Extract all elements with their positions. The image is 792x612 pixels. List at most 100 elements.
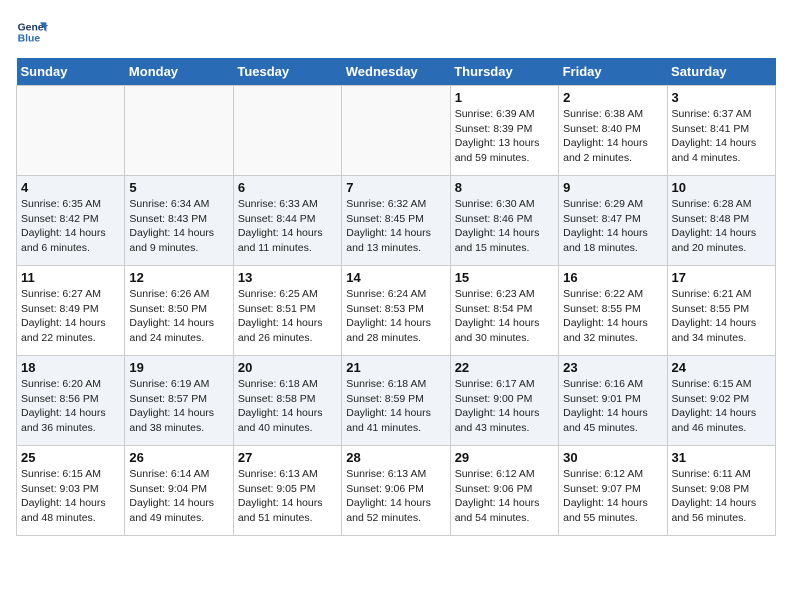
date-number: 28 <box>346 450 445 465</box>
calendar-cell: 29Sunrise: 6:12 AM Sunset: 9:06 PM Dayli… <box>450 446 558 536</box>
cell-info: Sunrise: 6:15 AM Sunset: 9:02 PM Dayligh… <box>672 377 771 436</box>
cell-info: Sunrise: 6:12 AM Sunset: 9:06 PM Dayligh… <box>455 467 554 526</box>
date-number: 31 <box>672 450 771 465</box>
date-number: 12 <box>129 270 228 285</box>
date-number: 9 <box>563 180 662 195</box>
cell-info: Sunrise: 6:33 AM Sunset: 8:44 PM Dayligh… <box>238 197 337 256</box>
calendar-cell: 25 Sunrise: 6:15 AM Sunset: 9:03 PM Dayli… <box>17 446 125 536</box>
cell-info: Sunrise: 6:32 AM Sunset: 8:45 PM Dayligh… <box>346 197 445 256</box>
calendar-cell: 11 Sunrise: 6:27 AM Sunset: 8:49 PM Dayli… <box>17 266 125 356</box>
date-number: 5 <box>129 180 228 195</box>
date-number: 26 <box>129 450 228 465</box>
logo-icon: General Blue <box>16 16 48 48</box>
calendar-cell: 14 Sunrise: 6:24 AM Sunset: 8:53 PM Dayli… <box>342 266 450 356</box>
calendar-cell: 9 Sunrise: 6:29 AM Sunset: 8:47 PM Daylig… <box>559 176 667 266</box>
date-number: 21 <box>346 360 445 375</box>
date-number: 2 <box>563 90 662 105</box>
cell-info: Sunrise: 6:12 AM Sunset: 9:07 PM Dayligh… <box>563 467 662 526</box>
calendar-cell: 27 Sunrise: 6:13 AM Sunset: 9:05 PM Dayli… <box>233 446 341 536</box>
cell-info: Sunrise: 6:35 AM Sunset: 8:42 PM Dayligh… <box>21 197 120 256</box>
svg-text:Blue: Blue <box>18 34 41 45</box>
weekday-header-cell: Sunday <box>17 58 125 86</box>
calendar-cell: 8 Sunrise: 6:30 AM Sunset: 8:46 PM Daylig… <box>450 176 558 266</box>
calendar-cell: 15 Sunrise: 6:23 AM Sunset: 8:54 PM Dayli… <box>450 266 558 356</box>
weekday-header-cell: Monday <box>125 58 233 86</box>
date-number: 11 <box>21 270 120 285</box>
cell-info: Sunrise: 6:26 AM Sunset: 8:50 PM Dayligh… <box>129 287 228 346</box>
date-number: 14 <box>346 270 445 285</box>
weekday-header-cell: Thursday <box>450 58 558 86</box>
calendar-cell: 21 Sunrise: 6:18 AM Sunset: 8:59 PM Dayli… <box>342 356 450 446</box>
cell-info: Sunrise: 6:25 AM Sunset: 8:51 PM Dayligh… <box>238 287 337 346</box>
calendar-cell: 26 Sunrise: 6:14 AM Sunset: 9:04 PM Dayli… <box>125 446 233 536</box>
date-number: 15 <box>455 270 554 285</box>
calendar-cell: 2Sunrise: 6:38 AM Sunset: 8:40 PM Daylig… <box>559 86 667 176</box>
calendar-body: 1Sunrise: 6:39 AM Sunset: 8:39 PM Daylig… <box>17 86 776 536</box>
cell-info: Sunrise: 6:24 AM Sunset: 8:53 PM Dayligh… <box>346 287 445 346</box>
calendar-cell: 23Sunrise: 6:16 AM Sunset: 9:01 PM Dayli… <box>559 356 667 446</box>
date-number: 25 <box>21 450 120 465</box>
calendar-cell: 7 Sunrise: 6:32 AM Sunset: 8:45 PM Daylig… <box>342 176 450 266</box>
cell-info: Sunrise: 6:17 AM Sunset: 9:00 PM Dayligh… <box>455 377 554 436</box>
calendar-cell: 20 Sunrise: 6:18 AM Sunset: 8:58 PM Dayli… <box>233 356 341 446</box>
page-header: General Blue <box>16 16 776 48</box>
weekday-header-cell: Saturday <box>667 58 775 86</box>
calendar-cell: 4 Sunrise: 6:35 AM Sunset: 8:42 PM Daylig… <box>17 176 125 266</box>
cell-info: Sunrise: 6:13 AM Sunset: 9:06 PM Dayligh… <box>346 467 445 526</box>
calendar-cell: 24 Sunrise: 6:15 AM Sunset: 9:02 PM Dayli… <box>667 356 775 446</box>
calendar-week-row: 4 Sunrise: 6:35 AM Sunset: 8:42 PM Daylig… <box>17 176 776 266</box>
cell-info: Sunrise: 6:18 AM Sunset: 8:59 PM Dayligh… <box>346 377 445 436</box>
weekday-header-cell: Friday <box>559 58 667 86</box>
calendar-cell: 10 Sunrise: 6:28 AM Sunset: 8:48 PM Dayli… <box>667 176 775 266</box>
cell-info: Sunrise: 6:27 AM Sunset: 8:49 PM Dayligh… <box>21 287 120 346</box>
cell-info: Sunrise: 6:13 AM Sunset: 9:05 PM Dayligh… <box>238 467 337 526</box>
calendar-cell: 6 Sunrise: 6:33 AM Sunset: 8:44 PM Daylig… <box>233 176 341 266</box>
calendar-cell: 17 Sunrise: 6:21 AM Sunset: 8:55 PM Dayli… <box>667 266 775 356</box>
date-number: 24 <box>672 360 771 375</box>
calendar-cell: 31 Sunrise: 6:11 AM Sunset: 9:08 PM Dayli… <box>667 446 775 536</box>
date-number: 16 <box>563 270 662 285</box>
date-number: 22 <box>455 360 554 375</box>
cell-info: Sunrise: 6:21 AM Sunset: 8:55 PM Dayligh… <box>672 287 771 346</box>
cell-info: Sunrise: 6:30 AM Sunset: 8:46 PM Dayligh… <box>455 197 554 256</box>
cell-info: Sunrise: 6:14 AM Sunset: 9:04 PM Dayligh… <box>129 467 228 526</box>
calendar-cell: 18Sunrise: 6:20 AM Sunset: 8:56 PM Dayli… <box>17 356 125 446</box>
calendar-cell <box>17 86 125 176</box>
date-number: 18 <box>21 360 120 375</box>
logo: General Blue <box>16 16 48 48</box>
calendar-week-row: 1Sunrise: 6:39 AM Sunset: 8:39 PM Daylig… <box>17 86 776 176</box>
date-number: 4 <box>21 180 120 195</box>
date-number: 8 <box>455 180 554 195</box>
date-number: 7 <box>346 180 445 195</box>
date-number: 19 <box>129 360 228 375</box>
date-number: 20 <box>238 360 337 375</box>
cell-info: Sunrise: 6:28 AM Sunset: 8:48 PM Dayligh… <box>672 197 771 256</box>
calendar-cell <box>125 86 233 176</box>
calendar-cell: 28 Sunrise: 6:13 AM Sunset: 9:06 PM Dayli… <box>342 446 450 536</box>
weekday-header: SundayMondayTuesdayWednesdayThursdayFrid… <box>17 58 776 86</box>
calendar-cell: 13 Sunrise: 6:25 AM Sunset: 8:51 PM Dayli… <box>233 266 341 356</box>
date-number: 27 <box>238 450 337 465</box>
date-number: 30 <box>563 450 662 465</box>
date-number: 13 <box>238 270 337 285</box>
calendar-cell: 5Sunrise: 6:34 AM Sunset: 8:43 PM Daylig… <box>125 176 233 266</box>
calendar-cell: 30 Sunrise: 6:12 AM Sunset: 9:07 PM Dayli… <box>559 446 667 536</box>
cell-info: Sunrise: 6:16 AM Sunset: 9:01 PM Dayligh… <box>563 377 662 436</box>
date-number: 3 <box>672 90 771 105</box>
cell-info: Sunrise: 6:18 AM Sunset: 8:58 PM Dayligh… <box>238 377 337 436</box>
calendar-cell: 22 Sunrise: 6:17 AM Sunset: 9:00 PM Dayli… <box>450 356 558 446</box>
calendar-week-row: 11 Sunrise: 6:27 AM Sunset: 8:49 PM Dayli… <box>17 266 776 356</box>
cell-info: Sunrise: 6:15 AM Sunset: 9:03 PM Dayligh… <box>21 467 120 526</box>
cell-info: Sunrise: 6:37 AM Sunset: 8:41 PM Dayligh… <box>672 107 771 166</box>
cell-info: Sunrise: 6:29 AM Sunset: 8:47 PM Dayligh… <box>563 197 662 256</box>
date-number: 17 <box>672 270 771 285</box>
date-number: 10 <box>672 180 771 195</box>
calendar-cell: 12 Sunrise: 6:26 AM Sunset: 8:50 PM Dayli… <box>125 266 233 356</box>
date-number: 6 <box>238 180 337 195</box>
calendar-cell <box>342 86 450 176</box>
calendar-week-row: 25 Sunrise: 6:15 AM Sunset: 9:03 PM Dayli… <box>17 446 776 536</box>
calendar-week-row: 18Sunrise: 6:20 AM Sunset: 8:56 PM Dayli… <box>17 356 776 446</box>
calendar-cell: 3 Sunrise: 6:37 AM Sunset: 8:41 PM Daylig… <box>667 86 775 176</box>
cell-info: Sunrise: 6:11 AM Sunset: 9:08 PM Dayligh… <box>672 467 771 526</box>
cell-info: Sunrise: 6:23 AM Sunset: 8:54 PM Dayligh… <box>455 287 554 346</box>
